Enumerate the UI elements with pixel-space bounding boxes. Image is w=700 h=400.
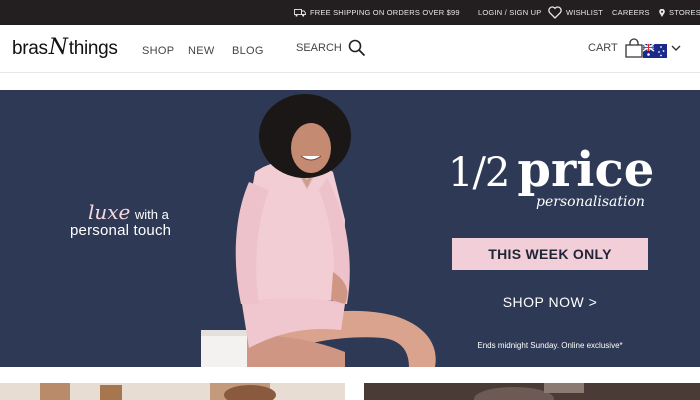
price-word: price: [517, 142, 655, 198]
truck-icon: [294, 8, 306, 17]
stores-link[interactable]: STORES: [659, 8, 700, 17]
logo-text-left: bras: [12, 38, 48, 59]
bag-icon: [625, 38, 643, 58]
careers-link[interactable]: CAREERS: [612, 8, 650, 17]
stores-label: STORES: [669, 8, 700, 17]
cart-button[interactable]: CART: [588, 38, 644, 58]
nav-new[interactable]: NEW: [188, 45, 215, 57]
tagline-with: with a: [134, 207, 169, 222]
map-pin-icon: [659, 8, 665, 17]
search-button[interactable]: SEARCH: [296, 39, 366, 57]
promo-tile-left-image: [0, 383, 345, 400]
au-flag-icon[interactable]: [643, 44, 667, 58]
logo-n: N: [48, 35, 68, 60]
offer-terms: Ends midnight Sunday. Online exclusive*: [477, 341, 623, 350]
tagline-personal-touch: personal touch: [70, 222, 172, 239]
shop-now-link[interactable]: SHOP NOW >: [452, 294, 648, 310]
search-icon: [348, 39, 365, 57]
hero-banner[interactable]: luxe with a personal touch 1/2 price pers…: [0, 90, 700, 367]
free-shipping-text: FREE SHIPPING ON ORDERS OVER $99: [310, 8, 460, 17]
cart-label: CART: [588, 42, 618, 54]
top-utility-bar: FREE SHIPPING ON ORDERS OVER $99 LOGIN /…: [0, 0, 700, 25]
price-subtitle: personalisation: [536, 194, 645, 210]
logo-text-right: things: [68, 38, 118, 59]
half-price-headline: 1/2 price: [448, 142, 654, 198]
brand-logo[interactable]: brasNthings: [12, 35, 118, 60]
promo-tile-left[interactable]: [0, 383, 345, 400]
promo-tile-right-image: [364, 383, 700, 400]
price-fraction: 1/2: [448, 150, 510, 196]
heart-icon: [548, 6, 562, 19]
model-photo: [201, 94, 436, 367]
this-week-only-button[interactable]: THIS WEEK ONLY: [452, 238, 648, 270]
hero-tagline: luxe with a personal touch: [70, 200, 171, 239]
chevron-down-icon[interactable]: [671, 44, 681, 52]
wishlist-label: WISHLIST: [566, 8, 604, 17]
nav-blog[interactable]: BLOG: [232, 45, 264, 57]
nav-shop[interactable]: SHOP: [142, 45, 174, 57]
promo-tile-right[interactable]: [364, 383, 700, 400]
wishlist-link[interactable]: WISHLIST: [548, 6, 603, 19]
main-header: brasNthings SHOP NEW BLOG SEARCH CART: [0, 25, 700, 73]
tagline-luxe: luxe: [88, 200, 131, 224]
login-signup-link[interactable]: LOGIN / SIGN UP: [478, 8, 541, 17]
search-label: SEARCH: [296, 42, 342, 54]
free-shipping-notice[interactable]: FREE SHIPPING ON ORDERS OVER $99: [294, 8, 460, 17]
